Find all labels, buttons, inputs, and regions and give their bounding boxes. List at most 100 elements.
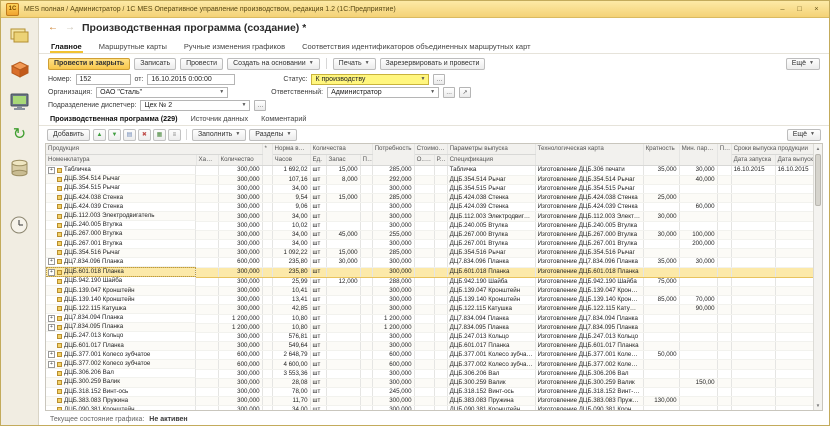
- table-cell[interactable]: [717, 267, 731, 277]
- table-cell[interactable]: шт: [310, 277, 326, 286]
- tech-card-cell[interactable]: Изготовление ДЦБ.354.515 Рычаг: [535, 184, 643, 193]
- close-button[interactable]: ×: [809, 3, 824, 15]
- nomenclature-cell[interactable]: ДЦБ.942.190 Шайба: [46, 277, 196, 286]
- nomenclature-cell[interactable]: ДЦБ.306.206 Вал: [46, 369, 196, 378]
- table-cell[interactable]: [262, 184, 272, 193]
- table-cell[interactable]: [679, 351, 717, 360]
- table-cell[interactable]: [360, 258, 372, 267]
- table-cell[interactable]: [262, 203, 272, 212]
- table-cell[interactable]: [360, 249, 372, 258]
- table-cell[interactable]: [262, 342, 272, 351]
- table-cell[interactable]: [414, 388, 434, 397]
- table-cell[interactable]: 549,64: [272, 342, 310, 351]
- nomenclature-cell[interactable]: ДЦБ.354.516 Рычаг: [46, 249, 196, 258]
- table-cell[interactable]: [414, 378, 434, 387]
- column-header-multiplicity[interactable]: Кратность: [643, 144, 679, 166]
- table-cell[interactable]: [643, 267, 679, 277]
- table-cell[interactable]: [414, 314, 434, 323]
- table-cell[interactable]: [414, 230, 434, 239]
- table-cell[interactable]: [717, 240, 731, 249]
- table-cell[interactable]: [434, 388, 447, 397]
- table-cell[interactable]: [414, 175, 434, 184]
- table-cell[interactable]: 300,000: [372, 240, 414, 249]
- table-row[interactable]: ДЦБ.424.039 Стенка300,0009,06шт300,000ДЦ…: [46, 203, 819, 212]
- specification-cell[interactable]: ДЦБ.354.514 Рычаг: [447, 175, 535, 184]
- nomenclature-cell[interactable]: +ДЦБ.601.018 Планка: [46, 267, 196, 277]
- table-cell[interactable]: [196, 378, 218, 387]
- specification-cell[interactable]: ДЦБ.139.047 Кронштейн: [447, 286, 535, 295]
- table-cell[interactable]: [196, 267, 218, 277]
- table-cell[interactable]: 70,000: [679, 296, 717, 305]
- tech-card-cell[interactable]: Изготовление ДЦБ.247.013 Кольцо: [535, 332, 643, 341]
- table-cell[interactable]: шт: [310, 342, 326, 351]
- table-cell[interactable]: [196, 314, 218, 323]
- table-cell[interactable]: [679, 323, 717, 332]
- table-cell[interactable]: [196, 296, 218, 305]
- table-cell[interactable]: [717, 203, 731, 212]
- launch-date-cell[interactable]: [731, 184, 775, 193]
- specification-cell[interactable]: ДЦБ.267.001 Втулка: [447, 240, 535, 249]
- column-header-unit[interactable]: Ед.: [310, 155, 326, 166]
- table-cell[interactable]: 1 200,000: [372, 323, 414, 332]
- table-cell[interactable]: [434, 221, 447, 230]
- more-button[interactable]: Ещё▼: [786, 58, 820, 70]
- expand-icon[interactable]: +: [48, 258, 55, 265]
- table-cell[interactable]: [643, 388, 679, 397]
- table-cell[interactable]: [262, 378, 272, 387]
- table-cell[interactable]: [414, 203, 434, 212]
- delete-row-icon[interactable]: ✖: [138, 129, 151, 141]
- table-cell[interactable]: [360, 388, 372, 397]
- table-row[interactable]: ДЦБ.383.083 Пружина300,00011,70шт300,000…: [46, 397, 819, 406]
- table-cell[interactable]: 300,000: [218, 406, 262, 411]
- table-cell[interactable]: [262, 323, 272, 332]
- table-cell[interactable]: 34,00: [272, 184, 310, 193]
- table-cell[interactable]: [360, 230, 372, 239]
- table-row[interactable]: ДЦБ.354.514 Рычаг300,000107,16шт8,000292…: [46, 175, 819, 184]
- table-cell[interactable]: 300,000: [218, 305, 262, 314]
- expand-icon[interactable]: +: [48, 269, 55, 276]
- table-cell[interactable]: 30,000: [326, 258, 360, 267]
- table-cell[interactable]: 255,000: [372, 230, 414, 239]
- create-based-on-button[interactable]: Создать на основании▼: [227, 58, 320, 70]
- group-header-product[interactable]: Продукция: [46, 144, 262, 155]
- table-cell[interactable]: 30,000: [679, 258, 717, 267]
- table-cell[interactable]: [262, 388, 272, 397]
- specification-cell[interactable]: ДЦ7.834.094 Планка: [447, 314, 535, 323]
- table-cell[interactable]: 300,000: [218, 230, 262, 239]
- table-cell[interactable]: [414, 184, 434, 193]
- table-cell[interactable]: [360, 397, 372, 406]
- table-cell[interactable]: [717, 277, 731, 286]
- table-cell[interactable]: [196, 397, 218, 406]
- responsible-combo[interactable]: Администратор ▼: [327, 87, 439, 98]
- table-cell[interactable]: 300,000: [218, 194, 262, 203]
- table-cell[interactable]: 8,000: [326, 175, 360, 184]
- table-cell[interactable]: [196, 212, 218, 221]
- tech-card-cell[interactable]: Изготовление ДЦБ.424.038 Стенка: [535, 194, 643, 203]
- table-cell[interactable]: [360, 378, 372, 387]
- table-cell[interactable]: [717, 221, 731, 230]
- table-cell[interactable]: [434, 314, 447, 323]
- table-cell[interactable]: [360, 212, 372, 221]
- nomenclature-cell[interactable]: ДЦБ.354.515 Рычаг: [46, 184, 196, 193]
- specification-cell[interactable]: ДЦБ.090.381 Кронштейн: [447, 406, 535, 411]
- table-cell[interactable]: 150,00: [679, 378, 717, 387]
- table-cell[interactable]: [643, 360, 679, 369]
- launch-date-cell[interactable]: [731, 277, 775, 286]
- tab-marshrutnye-karty[interactable]: Маршрутные карты: [98, 40, 168, 53]
- table-more-button[interactable]: Ещё▼: [787, 129, 821, 141]
- table-cell[interactable]: [434, 369, 447, 378]
- table-cell[interactable]: [434, 258, 447, 267]
- table-cell[interactable]: [679, 342, 717, 351]
- table-cell[interactable]: [717, 314, 731, 323]
- specification-cell[interactable]: ДЦБ.424.038 Стенка: [447, 194, 535, 203]
- tab-sootvetstviya[interactable]: Соответствия идентификаторов объединенны…: [301, 40, 531, 53]
- table-cell[interactable]: [360, 221, 372, 230]
- launch-date-cell[interactable]: [731, 221, 775, 230]
- table-cell[interactable]: 600,000: [218, 351, 262, 360]
- tech-card-cell[interactable]: Изготовление ДЦ7.834.096 Планка: [535, 258, 643, 267]
- tech-card-cell[interactable]: Изготовление ДЦБ.090.381 Кронштейн: [535, 406, 643, 411]
- table-cell[interactable]: [360, 277, 372, 286]
- nomenclature-cell[interactable]: ДЦБ.247.013 Кольцо: [46, 332, 196, 341]
- table-cell[interactable]: 10,80: [272, 314, 310, 323]
- table-cell[interactable]: [196, 221, 218, 230]
